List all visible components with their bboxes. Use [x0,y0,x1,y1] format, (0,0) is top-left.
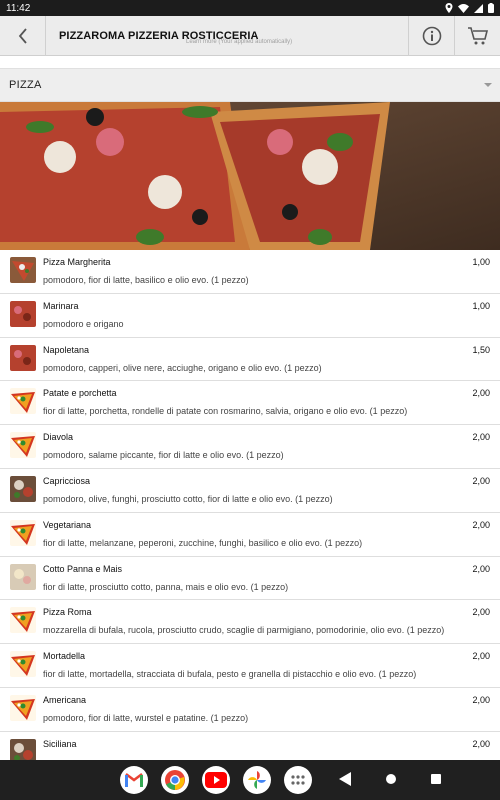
menu-item[interactable]: Cotto Panna e Mais fior di latte, prosciu… [0,557,500,601]
menu-item-description: fior di latte, melanzane, peperoni, zucc… [43,537,363,548]
menu-item-price: 2,00 [472,738,490,749]
caret-down-icon [484,83,492,87]
menu-item[interactable]: Napoletana pomodoro, capperi, olive nere,… [0,338,500,382]
menu-item[interactable]: Americana pomodoro, fior di latte, wurste… [0,688,500,732]
cart-icon [467,26,488,44]
menu-item-thumbnail [10,300,36,327]
battery-icon [488,3,494,13]
menu-item[interactable]: Siciliana 2,00 [0,732,500,760]
status-bar: 11:42 [0,0,500,16]
menu-item-thumbnail [10,257,36,283]
back-button[interactable] [0,15,46,56]
cart-button[interactable] [454,15,500,56]
menu-item-description: pomodoro, olive, funghi, prosciutto cott… [43,493,333,504]
category-hero-image [0,102,500,250]
menu-item-name: Siciliana [43,738,77,749]
status-icons [445,3,494,13]
menu-item-price: 1,50 [472,344,490,355]
pizza-photo [0,102,500,250]
youtube-icon[interactable] [202,766,230,794]
menu-item-name: Americana [43,694,87,705]
menu-item-description: fior di latte, mortadella, stracciata di… [43,669,417,680]
back-arrow-icon [18,27,27,44]
menu-item[interactable]: Patate e porchetta fior di latte, porchet… [0,381,500,426]
menu-item-description: pomodoro, salame piccante, fior di latte… [43,450,284,461]
menu-item-name: Marinara [43,300,79,311]
menu-item-name: Diavola [43,432,74,443]
location-icon [445,3,453,13]
menu-item-price: 2,00 [472,519,490,530]
menu-item-thumbnail [10,475,36,502]
info-button[interactable] [408,15,454,56]
header-subtitle: Learn more (Your applied automatically) [186,38,293,45]
menu-item-name: Napoletana [43,344,90,355]
menu-item-thumbnail [10,519,36,546]
system-nav-bar [0,760,500,800]
menu-item-price: 1,00 [472,300,490,311]
category-select[interactable]: PIZZA [0,68,500,102]
menu-item[interactable]: Mortadella fior di latte, mortadella, str… [0,644,500,688]
menu-list: Pizza Margherita pomodoro, fior di latte,… [0,250,500,760]
menu-item-thumbnail [10,694,36,721]
menu-item-price: 2,00 [472,432,490,443]
menu-item[interactable]: Vegetariana fior di latte, melanzane, pep… [0,513,500,557]
menu-item[interactable]: Pizza Roma mozzarella di bufala, rucola, … [0,600,500,645]
menu-item-name: Cotto Panna e Mais [43,563,123,574]
menu-item-thumbnail [10,651,36,678]
menu-item-thumbnail [10,607,36,634]
menu-item-name: Vegetariana [43,519,92,530]
menu-item-thumbnail [10,388,36,415]
menu-item-thumbnail [10,738,36,760]
menu-item-name: Mortadella [43,651,86,662]
menu-item-name: Pizza Margherita [43,257,111,267]
menu-item-price: 2,00 [472,694,490,705]
wifi-icon [458,3,469,13]
app-drawer-icon[interactable] [284,766,312,794]
info-icon [422,26,441,45]
menu-item-description: pomodoro e origano [43,318,124,329]
signal-icon [474,3,483,13]
menu-item-description: fior di latte, prosciutto cotto, panna, … [43,581,289,592]
header-title-area: PIZZAROMA PIZZERIA ROSTICCERIA Learn mor… [46,16,408,56]
menu-item-description: pomodoro, fior di latte, basilico e olio… [43,275,249,285]
gmail-icon[interactable] [120,766,148,794]
menu-item-price: 2,00 [472,388,490,399]
menu-item-name: Capricciosa [43,475,91,486]
menu-item-description: pomodoro, capperi, olive nere, acciughe,… [43,362,322,373]
menu-item-thumbnail [10,563,36,590]
menu-item-name: Patate e porchetta [43,388,117,399]
menu-item[interactable]: Pizza Margherita pomodoro, fior di latte,… [0,250,500,294]
photos-icon[interactable] [243,766,271,794]
menu-item-description: mozzarella di bufala, rucola, prosciutto… [43,625,445,636]
app-dock [120,766,312,794]
menu-item-price: 2,00 [472,651,490,662]
recents-nav-icon[interactable] [430,772,442,786]
menu-item[interactable]: Diavola pomodoro, salame piccante, fior d… [0,425,500,469]
menu-item-price: 2,00 [472,475,490,486]
category-label: PIZZA [9,79,42,91]
menu-item-description: fior di latte, porchetta, rondelle di pa… [43,406,408,417]
status-time: 11:42 [6,2,31,14]
menu-item-thumbnail [10,344,36,371]
home-nav-icon[interactable] [385,772,397,786]
chrome-icon[interactable] [161,766,189,794]
menu-item-price: 2,00 [472,607,490,618]
menu-item[interactable]: Marinara pomodoro e origano 1,00 [0,294,500,338]
back-nav-icon[interactable] [339,772,351,786]
menu-item[interactable]: Capricciosa pomodoro, olive, funghi, pros… [0,469,500,513]
menu-item-price: 1,00 [472,257,490,267]
menu-item-name: Pizza Roma [43,607,92,618]
menu-item-price: 2,00 [472,563,490,574]
app-header: PIZZAROMA PIZZERIA ROSTICCERIA Learn mor… [0,15,500,56]
menu-item-description: pomodoro, fior di latte, wurstel e patat… [43,712,249,723]
menu-item-thumbnail [10,432,36,459]
